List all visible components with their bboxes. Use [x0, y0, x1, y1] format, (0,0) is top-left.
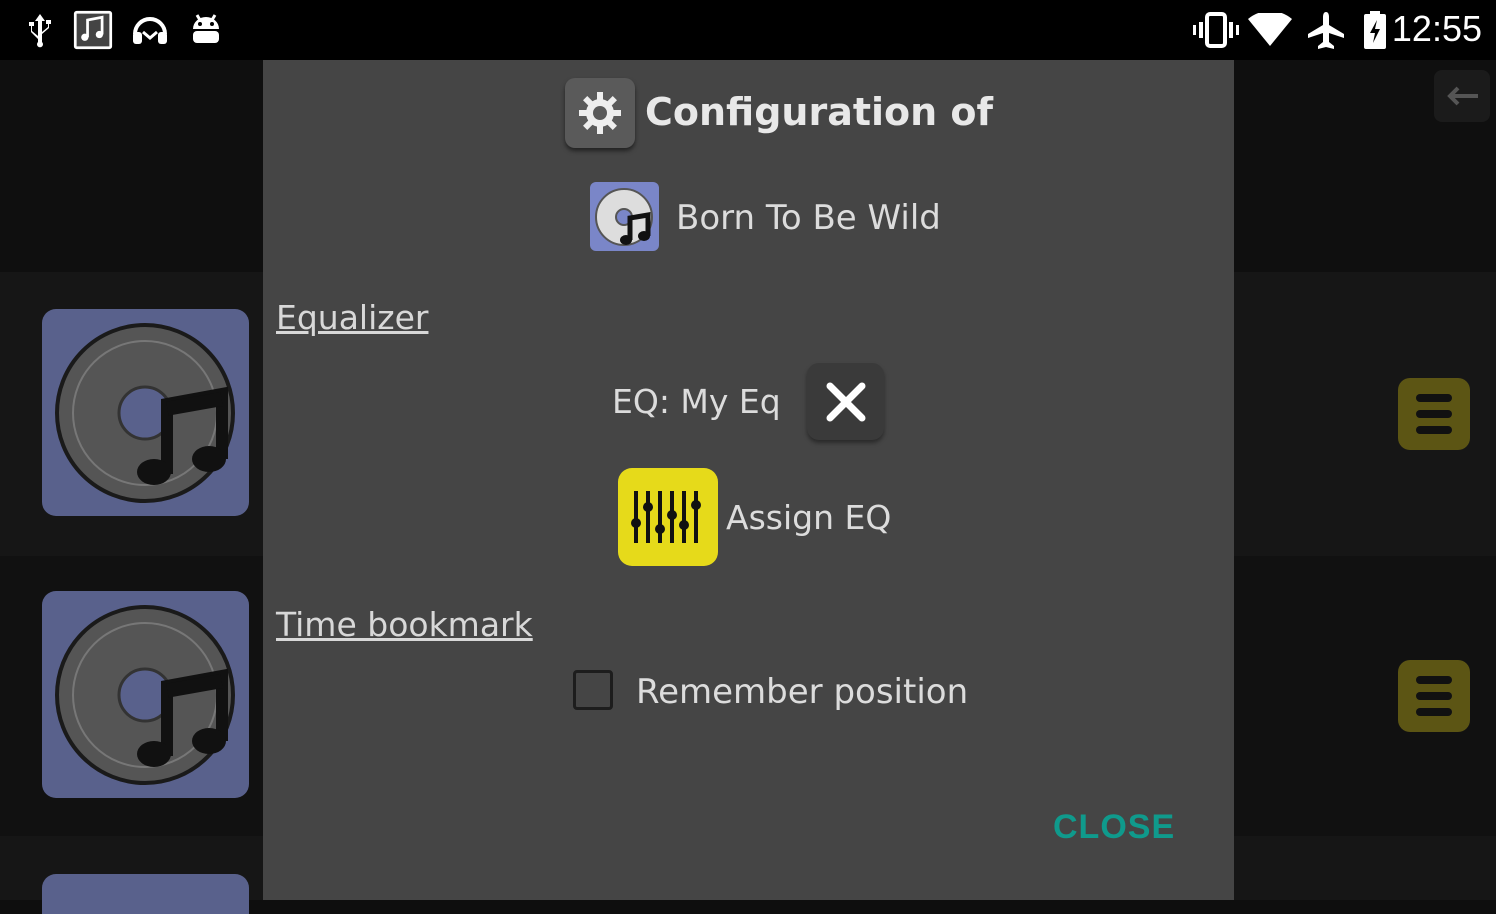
song-cd-icon: [590, 182, 659, 251]
back-arrow-icon[interactable]: [1434, 70, 1490, 122]
album-art-icon: [42, 874, 249, 914]
equalizer-sliders-icon: [631, 491, 701, 543]
configuration-dialog: Configuration of Born To Be Wild Equaliz…: [263, 60, 1234, 900]
android-debug-icon: [186, 10, 226, 50]
time-bookmark-section-header[interactable]: Time bookmark: [276, 605, 533, 644]
equalizer-section-header[interactable]: Equalizer: [276, 298, 428, 337]
usb-icon: [20, 10, 60, 50]
close-icon: [826, 382, 865, 421]
headset-icon: [130, 10, 170, 50]
song-title: Born To Be Wild: [676, 198, 941, 238]
remember-position-label[interactable]: Remember position: [636, 672, 968, 712]
wifi-icon: [1248, 10, 1292, 50]
close-button[interactable]: CLOSE: [1053, 808, 1175, 847]
item-menu-button[interactable]: [1398, 660, 1470, 732]
vibrate-icon: [1192, 10, 1240, 50]
remember-position-checkbox[interactable]: [573, 670, 613, 710]
music-notification-icon: [73, 10, 113, 50]
album-art-icon: [42, 309, 249, 516]
dialog-title: Configuration of: [645, 90, 994, 134]
assign-eq-label[interactable]: Assign EQ: [726, 498, 891, 537]
battery-charging-icon: [1360, 10, 1390, 50]
clock-time: 12:55: [1391, 8, 1482, 49]
gear-icon: [565, 78, 635, 148]
eq-current-label: EQ: My Eq: [612, 382, 781, 421]
album-art-icon: [42, 591, 249, 798]
status-bar: 12:55: [0, 0, 1496, 60]
remove-eq-button[interactable]: [807, 363, 884, 440]
airplane-mode-icon: [1304, 10, 1348, 50]
assign-eq-button[interactable]: [618, 468, 718, 566]
item-menu-button[interactable]: [1398, 378, 1470, 450]
